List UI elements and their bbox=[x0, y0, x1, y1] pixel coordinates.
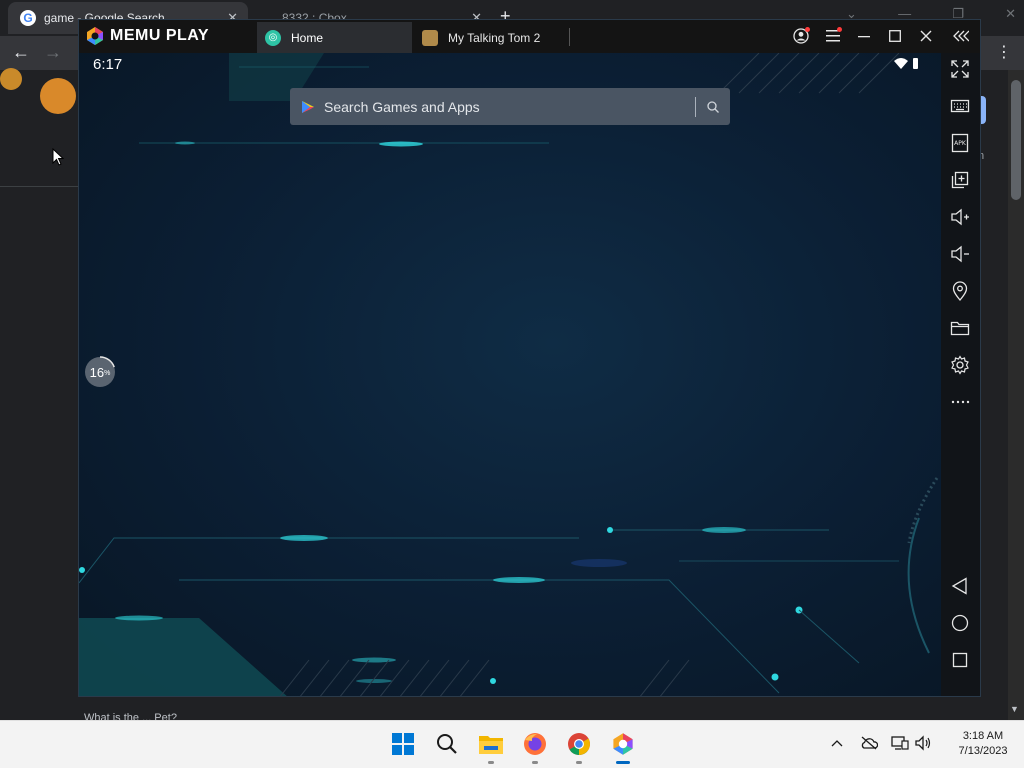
network-icon[interactable] bbox=[891, 734, 909, 752]
chrome-menu-icon[interactable]: ⋮ bbox=[996, 42, 1012, 62]
minimize-icon[interactable] bbox=[854, 26, 874, 46]
volume-down-icon[interactable] bbox=[949, 243, 971, 265]
divider bbox=[0, 186, 80, 187]
clock-date: 7/13/2023 bbox=[958, 745, 1008, 757]
volume-up-icon[interactable] bbox=[949, 206, 971, 228]
mouse-cursor-icon bbox=[52, 148, 64, 166]
notification-dot bbox=[805, 27, 810, 32]
running-indicator bbox=[576, 761, 582, 764]
memu-tab-label: Home bbox=[291, 30, 324, 45]
memu-sidebar: APK bbox=[941, 53, 980, 696]
memu-tab-home[interactable]: ◎ Home bbox=[257, 22, 412, 53]
scrollbar-thumb[interactable] bbox=[1011, 80, 1021, 200]
active-indicator bbox=[616, 761, 630, 764]
memu-icon[interactable] bbox=[609, 730, 637, 764]
progress-unit: % bbox=[104, 370, 111, 377]
status-icons bbox=[893, 57, 921, 74]
apk-icon[interactable]: APK bbox=[949, 132, 971, 154]
page-image-thumbnail[interactable] bbox=[40, 78, 76, 114]
firefox-icon[interactable] bbox=[521, 730, 549, 764]
forward-arrow-icon[interactable]: → bbox=[44, 42, 62, 63]
recents-icon[interactable] bbox=[949, 649, 971, 671]
android-home-screen[interactable]: 6:17 Search Games and Apps 16 % bbox=[79, 53, 941, 696]
search-icon[interactable] bbox=[433, 730, 461, 758]
memu-tab-label: My Talking Tom 2 bbox=[448, 30, 541, 45]
running-indicator bbox=[488, 761, 494, 764]
search-placeholder[interactable]: Search Games and Apps bbox=[324, 99, 695, 115]
search-icon[interactable] bbox=[706, 100, 720, 114]
svg-text:APK: APK bbox=[954, 140, 967, 147]
more-icon[interactable] bbox=[949, 391, 971, 413]
menu-icon[interactable] bbox=[823, 26, 843, 46]
location-icon[interactable] bbox=[949, 280, 971, 302]
back-arrow-icon[interactable]: ← bbox=[12, 42, 30, 63]
progress-value: 16 bbox=[89, 364, 105, 380]
memu-logo-icon bbox=[87, 27, 103, 45]
page-snippet-text: What is the ... Pet? bbox=[84, 712, 177, 720]
multi-instance-icon[interactable] bbox=[949, 169, 971, 191]
loading-progress-text: 16% bbox=[84, 356, 116, 388]
back-icon[interactable] bbox=[949, 575, 971, 597]
keyboard-icon[interactable] bbox=[949, 95, 971, 117]
notification-dot bbox=[837, 27, 842, 32]
page-image-thumbnail[interactable] bbox=[0, 68, 22, 90]
show-hidden-icons-chevron-icon[interactable] bbox=[828, 734, 846, 752]
tab-separator bbox=[569, 28, 570, 46]
collapse-icon[interactable] bbox=[951, 26, 971, 46]
file-explorer-icon[interactable] bbox=[477, 730, 505, 764]
maximize-icon[interactable] bbox=[885, 26, 905, 46]
status-bar-time: 6:17 bbox=[93, 56, 123, 73]
scroll-down-arrow-icon[interactable]: ▼ bbox=[1010, 704, 1019, 714]
talking-tom-icon bbox=[422, 29, 438, 46]
windows-start-icon[interactable] bbox=[389, 730, 417, 758]
memu-tab-talking-tom[interactable]: My Talking Tom 2 bbox=[416, 22, 571, 53]
running-indicator bbox=[532, 761, 538, 764]
memu-titlebar: MEMU PLAY ◎ Home My Talking Tom 2 bbox=[79, 20, 980, 53]
onedrive-offline-icon[interactable] bbox=[860, 734, 878, 752]
fullscreen-icon[interactable] bbox=[949, 58, 971, 80]
clock-time: 3:18 AM bbox=[962, 730, 1004, 742]
battery-icon bbox=[913, 58, 918, 69]
background-decoration bbox=[79, 53, 939, 696]
play-store-icon bbox=[302, 100, 314, 113]
memu-logo: MEMU PLAY bbox=[85, 25, 209, 47]
taskbar-clock[interactable]: 3:18 AM 7/13/2023 bbox=[944, 729, 1022, 759]
wifi-icon bbox=[894, 58, 908, 69]
chrome-icon[interactable] bbox=[565, 730, 593, 764]
divider bbox=[695, 96, 696, 117]
google-icon: G bbox=[20, 10, 36, 26]
settings-icon[interactable] bbox=[949, 354, 971, 376]
volume-icon[interactable] bbox=[915, 734, 933, 752]
close-icon[interactable] bbox=[916, 26, 936, 46]
memu-window: MEMU PLAY ◎ Home My Talking Tom 2 6:17 S… bbox=[78, 19, 981, 697]
home-app-icon: ◎ bbox=[265, 29, 281, 46]
memu-brand-text: MEMU PLAY bbox=[110, 27, 210, 44]
folder-icon[interactable] bbox=[949, 317, 971, 339]
search-games-bar[interactable]: Search Games and Apps bbox=[290, 88, 730, 125]
close-icon[interactable]: ✕ bbox=[1005, 6, 1016, 26]
home-icon[interactable] bbox=[949, 612, 971, 634]
account-icon[interactable] bbox=[791, 26, 811, 46]
